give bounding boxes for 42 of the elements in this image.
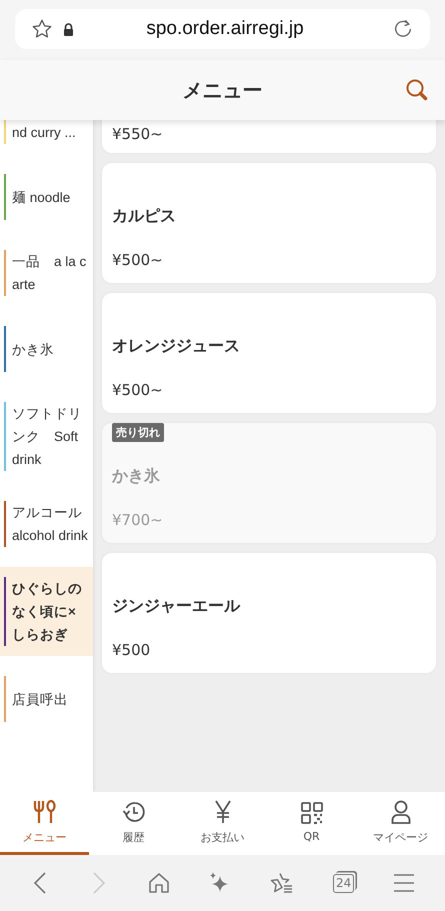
address-bar[interactable]: spo.order.airregi.jp bbox=[15, 9, 430, 49]
history-icon bbox=[122, 800, 146, 824]
menu-icon[interactable] bbox=[393, 873, 416, 893]
category-item[interactable]: かき氷 bbox=[0, 316, 93, 382]
nav-tab[interactable]: QR bbox=[267, 792, 356, 855]
nav-tab[interactable]: お支払い bbox=[178, 792, 267, 855]
star-icon[interactable] bbox=[31, 18, 53, 40]
home-icon[interactable] bbox=[148, 872, 170, 894]
item-price: ¥550~ bbox=[112, 125, 164, 143]
fork-spoon-icon bbox=[32, 800, 58, 824]
qr-code-icon bbox=[300, 802, 322, 824]
page-title: メニュー bbox=[182, 76, 262, 104]
category-item[interactable]: 麺 noodle bbox=[0, 164, 93, 230]
item-name: かき氷 bbox=[112, 466, 161, 487]
reload-icon[interactable] bbox=[392, 18, 414, 40]
item-price: ¥500~ bbox=[112, 381, 164, 399]
menu-item-card[interactable]: オレンジジュース ¥500~ bbox=[102, 293, 436, 413]
category-item[interactable]: nd curry ... bbox=[0, 120, 93, 154]
item-name: カルピス bbox=[112, 206, 177, 227]
menu-item-card[interactable]: 売り切れ かき氷 ¥700~ bbox=[102, 423, 436, 543]
item-price: ¥500 bbox=[112, 641, 152, 659]
category-item[interactable]: ソフトドリンク Soft drink bbox=[0, 392, 93, 481]
item-name: ジンジャーエール bbox=[112, 596, 242, 617]
category-item[interactable]: 一品 a la carte bbox=[0, 240, 93, 306]
tab-count-button[interactable]: 24 bbox=[333, 874, 354, 892]
category-item[interactable]: 店員呼出 bbox=[0, 666, 93, 732]
item-name: オレンジジュース bbox=[112, 336, 241, 357]
menu-item-card[interactable]: ジンジャーエール ¥500 bbox=[102, 553, 436, 673]
menu-item-card[interactable]: カルピス ¥500~ bbox=[102, 163, 436, 283]
url-text: spo.order.airregi.jp bbox=[145, 18, 305, 40]
yen-icon bbox=[212, 800, 232, 824]
person-icon bbox=[390, 800, 410, 824]
nav-tab[interactable]: 履歴 bbox=[89, 792, 178, 855]
category-item[interactable]: ひぐらしのなく頃に×しらおぎ bbox=[0, 567, 93, 656]
nav-tab[interactable]: マイページ bbox=[356, 792, 445, 855]
item-price: ¥700~ bbox=[112, 511, 164, 529]
menu-item-card[interactable]: ¥550~ bbox=[102, 120, 436, 153]
lock-icon bbox=[63, 22, 74, 36]
category-item[interactable]: アルコール alcohol drink bbox=[0, 491, 93, 557]
search-icon[interactable] bbox=[405, 78, 429, 102]
sold-out-badge: 売り切れ bbox=[112, 423, 164, 442]
item-price: ¥500~ bbox=[112, 251, 164, 269]
